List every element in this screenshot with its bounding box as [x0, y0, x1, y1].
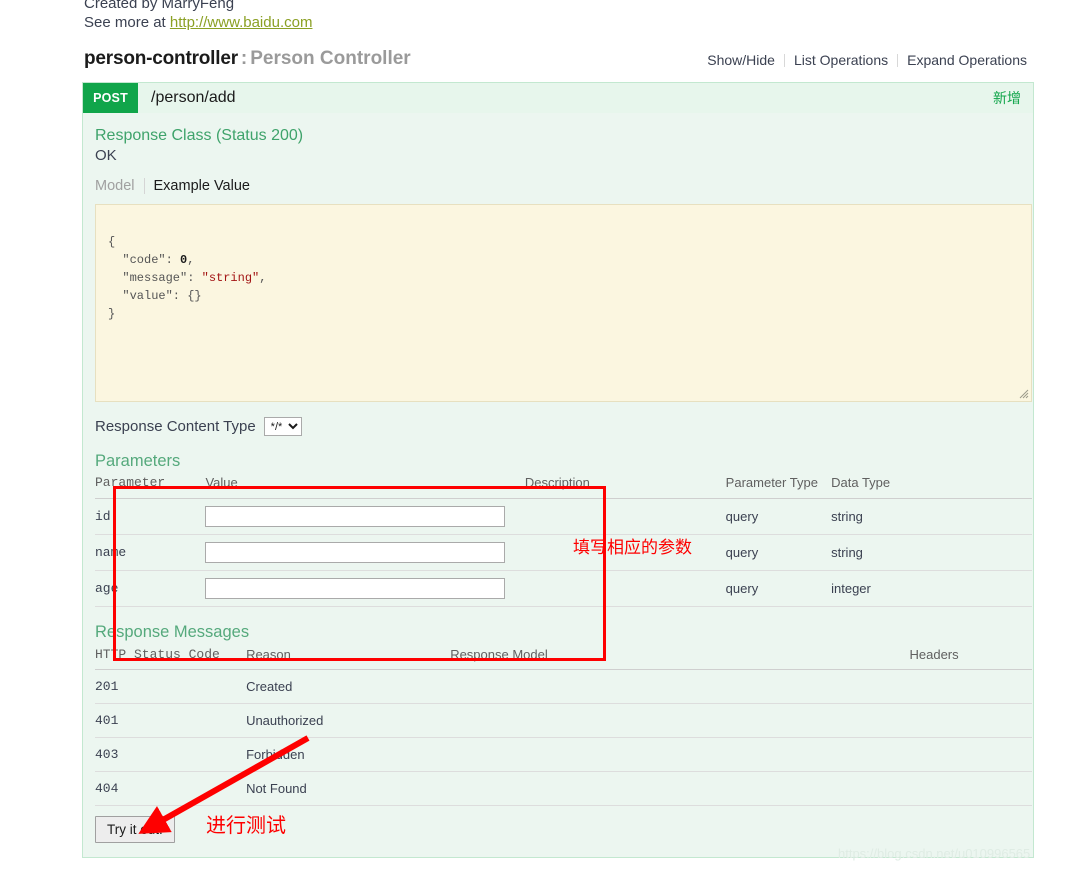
header-status-code: HTTP Status Code: [95, 645, 247, 670]
status-code: 201: [95, 669, 247, 704]
parameter-name: age: [95, 570, 206, 607]
parameter-description: [524, 498, 726, 535]
created-by-text: Created by MarryFeng: [84, 0, 235, 12]
resize-grip-icon[interactable]: [1017, 387, 1029, 399]
status-code: 401: [95, 703, 247, 738]
api-info-block: Created by MarryFeng See more at http://…: [84, 0, 312, 32]
status-headers: [909, 703, 1032, 738]
header-data-type: Data Type: [831, 473, 1032, 499]
parameter-data-type: string: [831, 534, 1032, 571]
table-row: 404 Not Found: [95, 771, 1032, 806]
resource-name[interactable]: person-controller: [84, 48, 238, 69]
table-row: name query string: [95, 534, 1032, 571]
header-parameter: Parameter: [95, 473, 206, 499]
parameter-data-type: string: [831, 498, 1032, 535]
http-method-badge: POST: [83, 83, 138, 113]
operation-summary: 新增: [993, 90, 1021, 106]
status-headers: [909, 737, 1032, 772]
parameter-value-cell: [205, 534, 525, 571]
response-content-type-row: Response Content Type */*: [95, 417, 1021, 436]
status-headers: [909, 771, 1032, 806]
response-content-type-label: Response Content Type: [95, 418, 256, 435]
header-value: Value: [205, 473, 525, 499]
parameter-type: query: [725, 498, 832, 535]
parameter-type: query: [725, 534, 832, 571]
parameters-table-head: Parameter Value Description Parameter Ty…: [95, 473, 1032, 499]
status-reason: Forbidden: [246, 737, 451, 772]
table-row: age query integer: [95, 570, 1032, 607]
status-code: 403: [95, 737, 247, 772]
parameter-name: name: [95, 534, 206, 571]
list-operations-link[interactable]: List Operations: [785, 52, 897, 68]
tab-example-value[interactable]: Example Value: [143, 178, 259, 194]
header-reason: Reason: [246, 645, 451, 670]
parameter-value-cell: [205, 498, 525, 535]
response-status-text: OK: [95, 147, 117, 164]
table-row: id query string: [95, 498, 1032, 535]
resource-options: Show/Hide List Operations Expand Operation…: [698, 52, 1036, 68]
operation-content: Response Class (Status 200) OK Model Exa…: [83, 113, 1033, 857]
try-it-out-button[interactable]: Try it out!: [95, 816, 175, 843]
code-content: { "code": 0, "message": "string", "value…: [108, 235, 267, 321]
resource-description: Person Controller: [250, 48, 411, 69]
parameters-header-row: Parameter Value Description Parameter Ty…: [95, 473, 1032, 499]
example-value-code[interactable]: { "code": 0, "message": "string", "value…: [95, 204, 1032, 402]
status-reason: Unauthorized: [246, 703, 451, 738]
expand-operations-link[interactable]: Expand Operations: [898, 52, 1036, 68]
swagger-ui-page: Created by MarryFeng See more at http://…: [0, 0, 1080, 873]
status-model: [450, 771, 910, 806]
status-model: [450, 737, 910, 772]
parameter-description: [524, 534, 726, 571]
parameter-description: [524, 570, 726, 607]
parameter-name: id: [95, 498, 206, 535]
header-response-model: Response Model: [450, 645, 910, 670]
response-header-row: HTTP Status Code Reason Response Model H…: [95, 645, 1032, 670]
parameter-type: query: [725, 570, 832, 607]
show-hide-link[interactable]: Show/Hide: [698, 52, 784, 68]
table-row: 401 Unauthorized: [95, 703, 1032, 738]
response-class-title: Response Class (Status 200): [95, 127, 304, 144]
response-content-type-select[interactable]: */*: [263, 417, 302, 436]
status-model: [450, 703, 910, 738]
header-description: Description: [524, 473, 726, 499]
parameters-table-body: id query string name query string age qu…: [95, 498, 1032, 607]
response-messages-head: HTTP Status Code Reason Response Model H…: [95, 645, 1032, 670]
parameter-data-type: integer: [831, 570, 1032, 607]
resource-header: person-controller: Person Controller Show…: [84, 48, 1036, 78]
status-reason: Not Found: [246, 771, 451, 806]
response-messages-title: Response Messages: [95, 623, 250, 641]
status-reason: Created: [246, 669, 451, 704]
header-parameter-type: Parameter Type: [725, 473, 832, 499]
see-more-line: See more at http://www.baidu.com: [84, 13, 312, 32]
table-row: 403 Forbidden: [95, 737, 1032, 772]
resource-separator: :: [240, 48, 248, 69]
see-more-link[interactable]: http://www.baidu.com: [170, 14, 313, 31]
status-headers: [909, 669, 1032, 704]
response-messages-body: 201 Created 401 Unauthorized 403 Forbidd…: [95, 669, 1032, 806]
response-messages-table: HTTP Status Code Reason Response Model H…: [95, 645, 1032, 806]
operation-heading-bar[interactable]: POST /person/add 新增: [83, 83, 1033, 113]
see-more-label: See more at: [84, 14, 170, 31]
parameter-value-cell: [205, 570, 525, 607]
operation-panel: POST /person/add 新增 Response Class (Stat…: [82, 82, 1034, 858]
status-code: 404: [95, 771, 247, 806]
submit-row: Try it out!: [95, 816, 1021, 843]
header-headers: Headers: [909, 645, 1032, 670]
parameter-input-name[interactable]: [205, 542, 506, 563]
tab-model[interactable]: Model: [95, 178, 144, 194]
parameter-input-id[interactable]: [205, 506, 506, 527]
status-model: [450, 669, 910, 704]
model-example-tabs: Model Example Value: [95, 178, 1021, 194]
parameters-title: Parameters: [95, 452, 181, 470]
operation-path[interactable]: /person/add: [151, 89, 236, 107]
parameters-table: Parameter Value Description Parameter Ty…: [95, 473, 1032, 607]
parameter-input-age[interactable]: [205, 578, 506, 599]
table-row: 201 Created: [95, 669, 1032, 704]
